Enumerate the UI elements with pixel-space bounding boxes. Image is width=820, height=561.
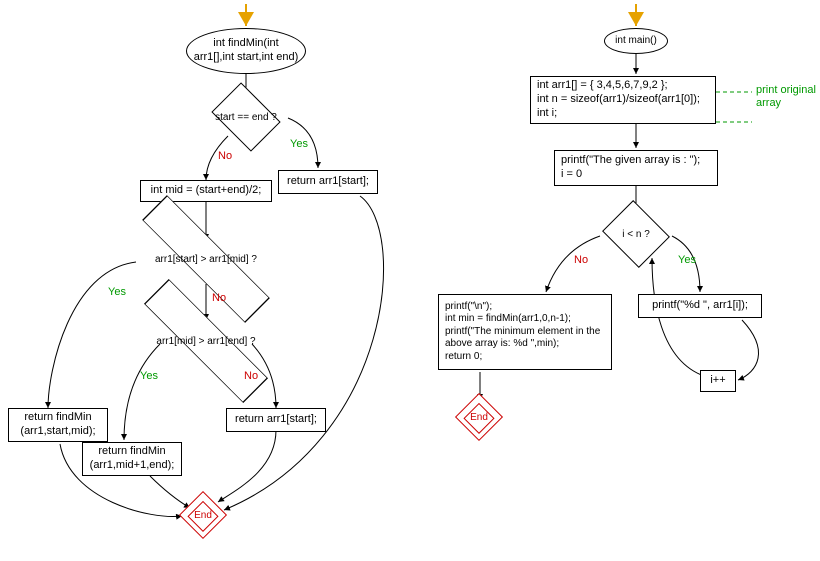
main-end: End bbox=[462, 400, 496, 434]
retstart2-label: return arr1[start]; bbox=[235, 413, 317, 427]
findmin-decision-start-gt-mid: arr1[start] > arr1[mid] ? bbox=[150, 234, 262, 284]
d1-label: start == end ? bbox=[215, 112, 277, 123]
d2-no: No bbox=[212, 292, 226, 304]
findmin-end: End bbox=[186, 498, 220, 532]
main-decls-label: int arr1[] = { 3,4,5,6,7,9,2 }; int n = … bbox=[537, 79, 700, 120]
main-cond-yes: Yes bbox=[678, 254, 696, 266]
flowchart-canvas: int findMin(int arr1[],int start,int end… bbox=[0, 0, 820, 561]
main-cond-no: No bbox=[574, 254, 588, 266]
findmin-recurse-right: return findMin (arr1,mid+1,end); bbox=[82, 442, 182, 476]
d1-no: No bbox=[218, 150, 232, 162]
d2-yes: Yes bbox=[108, 286, 126, 298]
recleft-label: return findMin (arr1,start,mid); bbox=[15, 411, 101, 439]
main-after-label: printf("\n"); int min = findMin(arr1,0,n… bbox=[445, 301, 605, 364]
main-decls: int arr1[] = { 3,4,5,6,7,9,2 }; int n = … bbox=[530, 76, 716, 124]
main-loop-inc: i++ bbox=[700, 370, 736, 392]
comment-print-original-array: print original array bbox=[756, 84, 816, 110]
main-cond-label: i < n ? bbox=[622, 229, 650, 240]
main-init-label: printf("The given array is : "); i = 0 bbox=[561, 154, 700, 182]
d2-label: arr1[start] > arr1[mid] ? bbox=[155, 254, 257, 265]
main-init: printf("The given array is : "); i = 0 bbox=[554, 150, 718, 186]
main-end-label: End bbox=[470, 412, 488, 423]
d1-yes: Yes bbox=[290, 138, 308, 150]
findmin-start: int findMin(int arr1[],int start,int end… bbox=[186, 28, 306, 74]
main-loop-body: printf("%d ", arr1[i]); bbox=[638, 294, 762, 318]
findmin-decision-mid-gt-end: arr1[mid] > arr1[end] ? bbox=[152, 316, 260, 366]
main-loop-cond: i < n ? bbox=[610, 212, 662, 256]
retstart1-label: return arr1[start]; bbox=[287, 175, 369, 189]
findmin-start-label: int findMin(int arr1[],int start,int end… bbox=[193, 37, 299, 65]
main-body-label: printf("%d ", arr1[i]); bbox=[652, 299, 748, 313]
d3-label: arr1[mid] > arr1[end] ? bbox=[156, 336, 255, 347]
findmin-return-start-2: return arr1[start]; bbox=[226, 408, 326, 432]
findmin-return-start-1: return arr1[start]; bbox=[278, 170, 378, 194]
findmin-mid-assign: int mid = (start+end)/2; bbox=[140, 180, 272, 202]
findmin-recurse-left: return findMin (arr1,start,mid); bbox=[8, 408, 108, 442]
main-start-label: int main() bbox=[615, 35, 657, 48]
main-start: int main() bbox=[604, 28, 668, 54]
recright-label: return findMin (arr1,mid+1,end); bbox=[89, 445, 175, 473]
main-inc-label: i++ bbox=[710, 374, 725, 388]
findmin-decision-start-eq-end: start == end ? bbox=[218, 96, 274, 138]
d3-no: No bbox=[244, 370, 258, 382]
main-after-loop: printf("\n"); int min = findMin(arr1,0,n… bbox=[438, 294, 612, 370]
findmin-end-label: End bbox=[194, 510, 212, 521]
d3-yes: Yes bbox=[140, 370, 158, 382]
